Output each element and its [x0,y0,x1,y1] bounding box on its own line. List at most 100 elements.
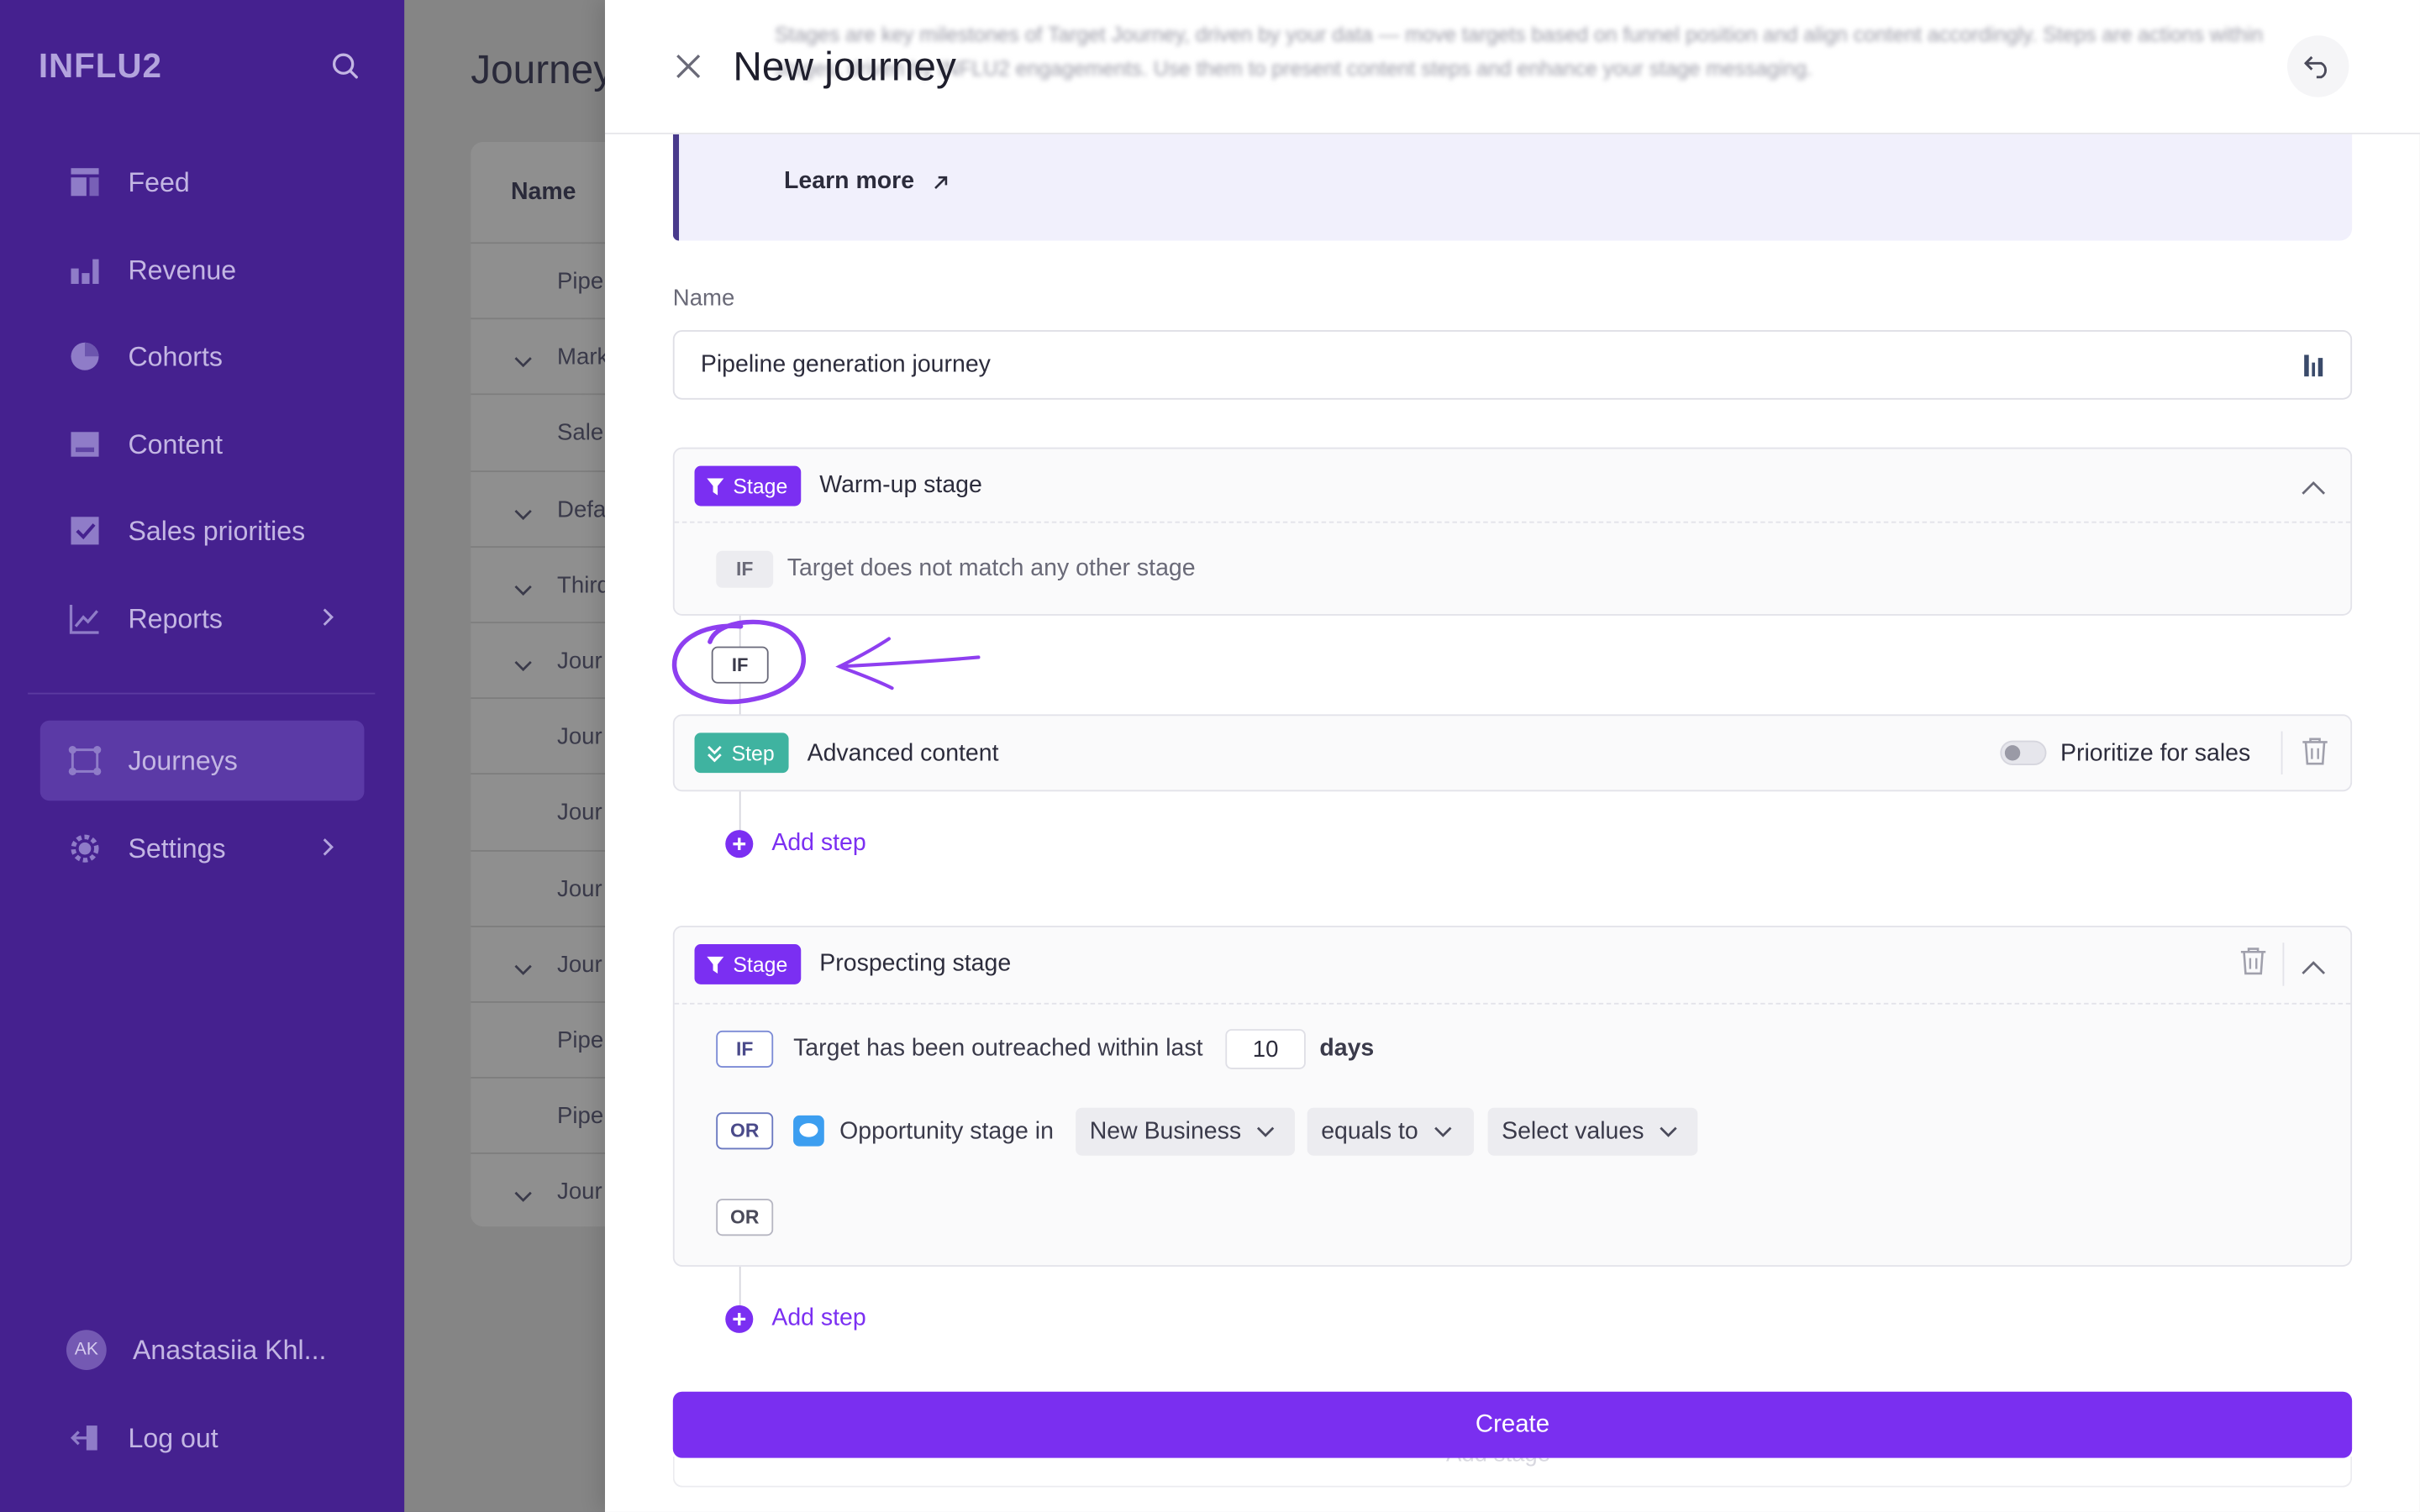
table-row: Jour [471,697,625,774]
search-icon[interactable] [330,51,361,82]
logout-label: Log out [128,1421,218,1453]
row-name: Jour [557,648,602,675]
divider [2281,731,2283,775]
sidebar-item-content[interactable]: Content [40,404,365,485]
sidebar-item-journeys[interactable]: Journeys [39,720,365,801]
or-pill[interactable]: OR [716,1199,774,1236]
table-row: Jour [471,925,625,1001]
name-input[interactable]: Pipeline generation journey [672,330,2353,400]
info-text: Stages are key milestones of Target Jour… [775,23,2264,81]
plus-icon [725,830,754,858]
step-badge: Step [694,732,789,774]
table-row: Third [471,545,625,622]
create-button[interactable]: Create [672,1391,2353,1458]
checkbox-icon [68,514,102,548]
stage-title: Prospecting stage [819,950,1012,977]
plus-icon [725,1305,754,1333]
row-name: Pipe [557,1103,604,1130]
condition-text: Opportunity stage in [839,1118,1054,1145]
row-name: Jour [557,875,602,902]
close-icon[interactable] [675,52,702,80]
stage-badge-label: Stage [733,474,788,498]
days-unit: days [1319,1035,1375,1062]
step-badge-label: Step [731,741,775,765]
add-step-label: Add step [771,1305,866,1332]
connector-line [739,791,741,832]
sidebar-item-feed[interactable]: Feed [40,142,365,223]
chevron-down-icon [1257,1126,1275,1137]
sidebar-divider [28,692,376,695]
stage-card-warmup: Stage Warm-up stage IF Target does not m… [672,447,2353,616]
condition-text: Target has been outreached within last [793,1035,1203,1062]
drawer-title: New journey [733,43,956,90]
row-name: Mark [557,344,609,371]
sidebar-item-label: Journeys [128,744,238,775]
stage-badge-label: Stage [733,953,788,976]
app-logo: INFLU2 [38,46,162,86]
if-pill[interactable]: IF [716,1030,774,1068]
new-journey-drawer: Learn more Stages are key milestones of … [604,0,2420,1512]
info-banner: Learn more [672,134,2353,241]
row-name: Third [557,572,610,599]
annotation-circle-arrow-icon [671,619,981,705]
chevron-down-icon [514,956,533,984]
select-value: equals to [1321,1117,1418,1144]
feed-icon [68,165,102,199]
table-row: Jour [471,622,625,697]
trash-icon[interactable] [2239,946,2267,977]
table-row: Pipe [471,1001,625,1077]
if-pill: IF [716,550,774,588]
filter-icon [707,955,724,974]
chevron-right-icon [321,836,336,865]
prioritize-toggle[interactable] [2000,740,2047,766]
trash-icon[interactable] [2302,736,2329,767]
or-pill[interactable]: OR [716,1112,774,1150]
sidebar-item-label: Cohorts [128,339,224,371]
add-step-label: Add step [771,830,866,857]
chevron-right-icon [321,606,336,636]
chevron-up-icon[interactable] [2302,955,2326,983]
undo-button[interactable] [2286,35,2349,97]
filter-icon [707,477,724,495]
stage-title: Warm-up stage [819,472,982,499]
table-row: Defa [471,470,625,545]
table-row: Jour [471,849,625,925]
sidebar-item-reports[interactable]: Reports [40,579,365,659]
step-title: Advanced content [807,740,999,767]
row-name: Pipe [557,268,604,295]
avatar: AK [66,1330,107,1370]
stage-header[interactable]: Stage Warm-up stage [674,449,2351,523]
operator-select[interactable]: equals to [1307,1107,1475,1156]
sidebar-item-cohorts[interactable]: Cohorts [40,317,365,397]
ai-suggest-icon[interactable] [2302,352,2324,387]
stage-card-prospecting: Stage Prospecting stage IF Target has be… [672,926,2353,1267]
chevron-down-icon [514,501,533,528]
table-header-name: Name [510,179,576,206]
days-input[interactable]: 10 [1225,1029,1306,1069]
gear-icon [68,832,102,865]
row-name: Jour [557,1179,602,1206]
sidebar-item-label: Content [128,428,224,459]
double-chevron-down-icon [708,745,722,762]
sidebar-item-revenue[interactable]: Revenue [40,230,365,311]
chevron-down-icon [514,577,533,605]
add-step-button[interactable]: Add step [725,1305,866,1333]
user-profile[interactable]: AK Anastasiia Khl... [66,1330,326,1370]
journeys-icon [68,743,102,777]
drawer-header: Stages are key milestones of Target Jour… [604,0,2420,134]
stage-header[interactable]: Stage Prospecting stage [674,927,2351,1005]
sidebar-item-label: Feed [128,165,190,197]
learn-more-link[interactable]: Learn more [784,168,950,196]
chevron-down-icon [514,349,533,376]
values-select[interactable]: Select values [1487,1107,1698,1156]
table-row: Mark [471,318,625,394]
sidebar-item-settings[interactable]: Settings [40,808,365,889]
opportunity-select[interactable]: New Business [1076,1107,1295,1156]
sidebar-item-label: Revenue [128,254,237,285]
chevron-up-icon[interactable] [2302,475,2326,503]
external-link-icon [934,176,948,189]
logout-button[interactable]: Log out [40,1398,365,1478]
table-row: Jour [471,1152,625,1229]
add-step-button[interactable]: Add step [725,830,866,858]
sidebar-item-sales-priorities[interactable]: Sales priorities [40,491,365,571]
